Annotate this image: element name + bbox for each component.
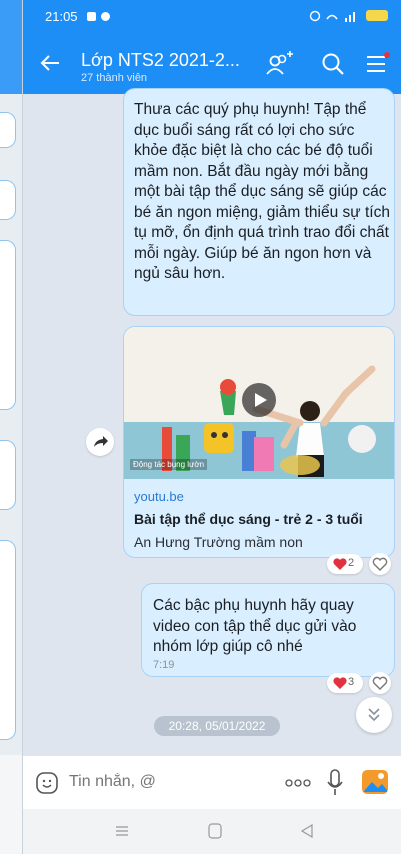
image-icon[interactable] (361, 769, 389, 795)
member-count: 27 thành viên (81, 72, 148, 84)
previous-card (0, 440, 16, 510)
android-nav-bar (23, 809, 401, 854)
status-time: 21:05 (45, 9, 78, 24)
message-input[interactable] (69, 773, 279, 791)
react-button[interactable] (369, 672, 391, 694)
chat-screen: 21:05 Lớp NTS2 2021-2... 27 thành viên T… (22, 0, 401, 854)
heart-icon (333, 677, 347, 689)
link-preview-card[interactable]: Động tác bụng lườn youtu.be Bài tập thể … (123, 326, 395, 558)
back-nav-icon[interactable] (300, 824, 314, 838)
link-title[interactable]: Bài tập thể dục sáng - trẻ 2 - 3 tuổi (134, 511, 363, 527)
previous-screen-strip (0, 0, 22, 854)
react-button[interactable] (369, 553, 391, 575)
message-text: Thưa các quý phụ huynh! Tập thể dục buổi… (134, 101, 390, 282)
message-time: 7:19 (153, 659, 175, 671)
previous-card (0, 112, 16, 148)
notification-icon (87, 12, 96, 21)
thumbnail-caption: Động tác bụng lườn (130, 459, 208, 470)
more-dots-icon[interactable] (285, 778, 311, 788)
back-arrow-icon[interactable] (39, 52, 61, 74)
previous-input-strip (0, 755, 22, 809)
menu-list-icon[interactable] (363, 50, 391, 78)
emoji-icon[interactable] (35, 771, 59, 795)
reaction-count-badge[interactable]: 2 (327, 554, 363, 574)
chat-header: Lớp NTS2 2021-2... 27 thành viên (23, 32, 401, 94)
home-icon[interactable] (208, 823, 222, 839)
scroll-to-bottom-button[interactable] (356, 697, 392, 733)
add-member-icon[interactable] (265, 50, 293, 78)
group-title[interactable]: Lớp NTS2 2021-2... (81, 50, 240, 71)
share-forward-icon (94, 436, 108, 447)
heart-outline-icon (372, 676, 388, 690)
heart-outline-icon (372, 557, 388, 571)
previous-card (0, 540, 16, 740)
search-icon[interactable] (319, 50, 347, 78)
message-input-bar (23, 755, 401, 809)
play-icon[interactable] (242, 383, 276, 417)
status-bar: 21:05 (23, 0, 401, 32)
previous-card (0, 240, 16, 410)
mic-icon[interactable] (325, 768, 345, 798)
messenger-icon (101, 12, 110, 21)
message-bubble[interactable]: Các bậc phụ huynh hãy quay video con tập… (141, 583, 395, 677)
video-thumbnail[interactable]: Động tác bụng lườn (124, 327, 394, 479)
heart-icon (333, 558, 347, 570)
chevron-double-down-icon (368, 708, 380, 722)
message-text: Các bậc phụ huynh hãy quay video con tập… (153, 597, 357, 655)
status-icons (309, 8, 388, 23)
message-bubble[interactable]: Thưa các quý phụ huynh! Tập thể dục buổi… (123, 88, 395, 316)
battery-icon (366, 10, 388, 22)
link-domain[interactable]: youtu.be (134, 489, 184, 504)
signal-wifi-icon (309, 10, 355, 22)
previous-nav-strip (0, 809, 22, 854)
reaction-count-badge[interactable]: 3 (327, 673, 363, 693)
share-forward-button[interactable] (86, 428, 114, 456)
date-separator: 20:28, 05/01/2022 (154, 716, 280, 736)
reaction-count: 3 (348, 676, 355, 688)
previous-card (0, 180, 16, 220)
link-source: An Hưng Trường mầm non (134, 534, 303, 550)
reaction-count: 2 (348, 557, 355, 569)
recent-apps-icon[interactable] (115, 825, 129, 837)
previous-header-strip (0, 0, 22, 94)
